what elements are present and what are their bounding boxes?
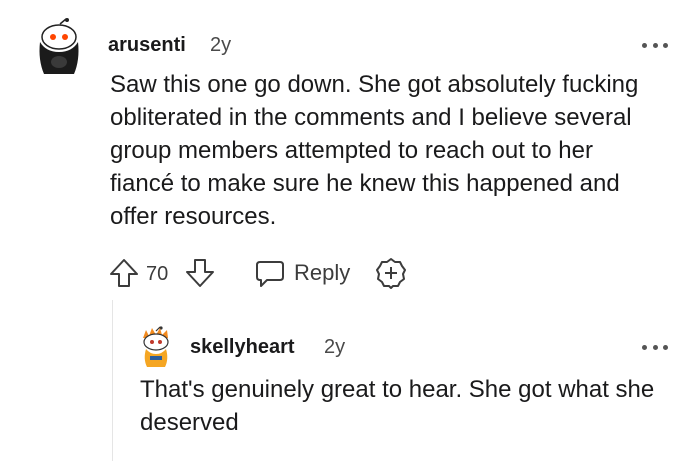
more-dot-icon: [652, 42, 658, 48]
thread-line[interactable]: [112, 300, 113, 461]
award-button[interactable]: [374, 256, 408, 290]
reply-body: That's genuinely great to hear. She got …: [140, 376, 655, 436]
snoo-avatar-icon: [39, 18, 79, 74]
reply-timestamp[interactable]: 2y: [324, 336, 345, 359]
more-dot-icon: [663, 42, 668, 48]
downvote-arrow-icon: [186, 259, 214, 287]
reply-author-avatar[interactable]: [138, 326, 174, 368]
award-plus-icon: [376, 258, 406, 289]
comment-author-name[interactable]: arusenti: [108, 34, 186, 57]
vote-count: 70: [146, 263, 169, 285]
reply-button[interactable]: Reply: [254, 257, 350, 289]
upvote-button[interactable]: [108, 257, 140, 289]
more-dot-icon: [652, 344, 658, 350]
more-dot-icon: [663, 344, 668, 350]
chat-bubble-icon: [256, 261, 284, 287]
downvote-button[interactable]: [184, 257, 216, 289]
snoo-avatar-icon: [143, 326, 169, 367]
more-dot-icon: [642, 344, 647, 350]
reply-more-options-button[interactable]: [642, 342, 668, 352]
comment-author-avatar[interactable]: [34, 18, 84, 76]
more-dot-icon: [642, 42, 647, 48]
upvote-arrow-icon: [110, 259, 138, 287]
comment-more-options-button[interactable]: [642, 40, 668, 50]
comment-timestamp[interactable]: 2y: [210, 34, 231, 57]
comment-body: Saw this one go down. She got absolutely…: [110, 71, 639, 230]
reply-label: Reply: [294, 260, 351, 285]
reply-author-name[interactable]: skellyheart: [190, 336, 295, 359]
